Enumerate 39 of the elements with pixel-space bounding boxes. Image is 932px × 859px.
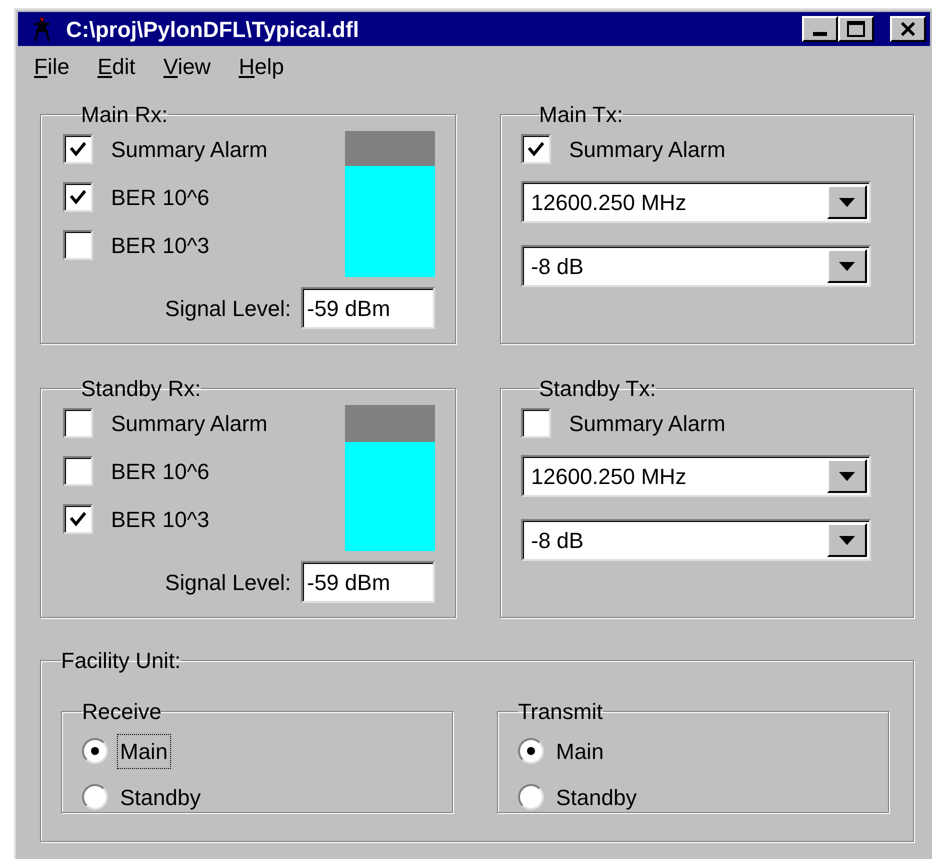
checkmark-icon (527, 141, 545, 157)
group-title: Transmit (518, 698, 603, 726)
signal-label: Signal Level: (165, 568, 291, 597)
maximize-button[interactable] (838, 16, 874, 42)
menu-item[interactable]: View (163, 50, 211, 82)
checkbox[interactable]: BER 10^6 (63, 447, 268, 495)
radio-button[interactable]: Main (82, 728, 432, 774)
close-button[interactable] (890, 16, 926, 42)
checkmark-icon (69, 511, 87, 527)
window-title: C:\proj\PylonDFL\Typical.dfl (66, 16, 360, 44)
signal-field[interactable]: -59 dBm (301, 287, 435, 329)
dropdown[interactable]: 12600.250 MHz (521, 181, 871, 223)
radio-button[interactable]: Main (518, 728, 868, 774)
checkmark-icon (69, 189, 87, 205)
tower-icon (32, 16, 52, 42)
dropdown[interactable]: 12600.250 MHz (521, 455, 871, 497)
checkbox[interactable]: BER 10^3 (63, 221, 268, 269)
checkbox[interactable]: BER 10^6 (63, 173, 268, 221)
dropdown-arrow-icon (839, 198, 855, 206)
close-icon (900, 22, 916, 36)
group-title: Receive (82, 698, 162, 726)
dropdown[interactable]: -8 dB (521, 519, 871, 561)
menu-item[interactable]: Edit (97, 50, 136, 82)
minimize-icon (813, 32, 827, 36)
dropdown-arrow-icon (839, 262, 855, 270)
menu-item[interactable]: File (34, 50, 70, 82)
dropdown[interactable]: -8 dB (521, 245, 871, 287)
signal-field[interactable]: -59 dBm (301, 561, 435, 603)
radio-button[interactable]: Standby (518, 774, 868, 820)
radio-button[interactable]: Standby (82, 774, 432, 820)
dropdown-arrow-icon (839, 536, 855, 544)
checkbox[interactable]: BER 10^3 (63, 495, 268, 543)
group-title: Facility Unit: (61, 647, 181, 675)
checkmark-icon (69, 141, 87, 157)
menu-item[interactable]: Help (238, 50, 284, 82)
minimize-button[interactable] (802, 16, 838, 42)
dropdown-arrow-icon (839, 472, 855, 480)
maximize-icon (847, 21, 865, 37)
signal-label: Signal Level: (165, 294, 291, 323)
